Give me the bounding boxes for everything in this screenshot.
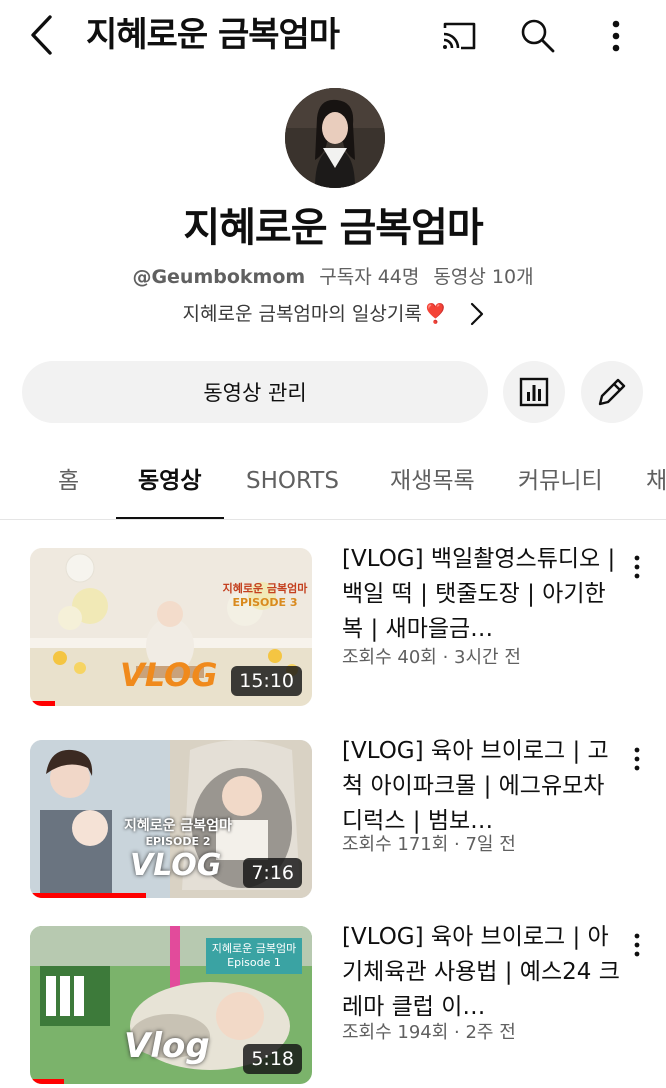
video-more-button[interactable] <box>626 552 648 582</box>
thumbnail-vlog-text: VLOG <box>130 848 222 883</box>
bar-chart-icon <box>519 377 549 407</box>
thumbnail-channel-text: 지혜로운 금복엄마 <box>124 818 232 834</box>
tab-channels[interactable]: 채 <box>646 446 666 519</box>
more-vert-icon <box>612 20 620 52</box>
video-duration: 15:10 <box>231 666 302 696</box>
video-title[interactable]: [VLOG] 육아 브이로그 | 고척 아이파크몰 | 에그유모차 디럭스 | … <box>342 734 622 839</box>
tab-community[interactable]: 커뮤니티 <box>518 446 603 519</box>
description-text: 지혜로운 금복엄마의 일상기록 <box>182 303 422 325</box>
thumbnail-channel-text: 지혜로운 금복엄마 <box>211 942 297 955</box>
avatar-photo <box>285 88 385 188</box>
video-duration: 7:16 <box>243 858 302 888</box>
video-meta: 조회수 40회 · 3시간 전 <box>342 647 521 668</box>
thumbnail-vlog-text: VLOG <box>120 656 218 694</box>
cast-button[interactable] <box>437 14 481 58</box>
more-vert-icon <box>634 933 640 957</box>
video-item[interactable]: 지혜로운 금복엄마 Episode 1 Vlog 5:18 [VLOG] 육아 … <box>0 924 666 1086</box>
analytics-button[interactable] <box>503 361 565 423</box>
channel-name: 지혜로운 금복엄마 <box>183 205 483 251</box>
thumbnail-caption: 지혜로운 금복엄마 EPISODE 2 <box>118 818 238 850</box>
tab-shorts[interactable]: SHORTS <box>246 446 339 519</box>
thumbnail-channel-text: 지혜로운 금복엄마 <box>222 582 308 595</box>
thumbnail-episode-text: EPISODE 3 <box>232 596 298 609</box>
page-title: 지혜로운 금복엄마 <box>86 15 340 55</box>
video-thumbnail[interactable]: 지혜로운 금복엄마 EPISODE 2 VLOG 7:16 <box>30 740 312 898</box>
video-meta: 조회수 194회 · 2주 전 <box>342 1022 516 1043</box>
manage-videos-button[interactable]: 동영상 관리 <box>22 361 488 423</box>
video-item[interactable]: 지혜로운 금복엄마 EPISODE 3 VLOG 15:10 [VLOG] 백일… <box>0 546 666 708</box>
back-arrow-icon <box>31 15 52 55</box>
video-item[interactable]: 지혜로운 금복엄마 EPISODE 2 VLOG 7:16 [VLOG] 육아 … <box>0 738 666 900</box>
video-thumbnail[interactable]: 지혜로운 금복엄마 EPISODE 3 VLOG 15:10 <box>30 548 312 706</box>
search-button[interactable] <box>516 14 560 58</box>
channel-meta: @Geumbokmom 구독자 44명 동영상 10개 <box>0 262 666 292</box>
channel-avatar[interactable] <box>285 88 385 188</box>
video-title[interactable]: [VLOG] 백일촬영스튜디오 | 백일 떡 | 탯줄도장 | 아기한복 | 새… <box>342 542 622 647</box>
thumbnail-episode-text: Episode 1 <box>227 956 281 969</box>
more-options-button[interactable] <box>594 14 638 58</box>
search-icon <box>521 19 555 53</box>
pencil-icon <box>598 378 626 406</box>
video-more-button[interactable] <box>626 930 648 960</box>
channel-handle: @Geumbokmom <box>132 266 306 288</box>
edit-channel-button[interactable] <box>581 361 643 423</box>
channel-description[interactable]: 지혜로운 금복엄마의 일상기록 ❣️ <box>0 298 666 330</box>
video-more-button[interactable] <box>626 744 648 774</box>
chevron-right-icon <box>470 302 484 326</box>
heart-emoji: ❣️ <box>423 303 448 325</box>
watch-progress-bar <box>30 893 146 898</box>
top-app-bar: 지혜로운 금복엄마 <box>0 0 666 70</box>
thumbnail-caption: 지혜로운 금복엄마 Episode 1 <box>206 938 302 974</box>
more-vert-icon <box>634 555 640 579</box>
video-thumbnail[interactable]: 지혜로운 금복엄마 Episode 1 Vlog 5:18 <box>30 926 312 1084</box>
tab-home[interactable]: 홈 <box>58 446 79 519</box>
thumbnail-vlog-text: Vlog <box>124 1026 210 1066</box>
tab-videos[interactable]: 동영상 <box>138 446 201 519</box>
active-tab-indicator <box>116 517 224 519</box>
tab-playlists[interactable]: 재생목록 <box>390 446 475 519</box>
watch-progress-bar <box>30 701 56 706</box>
watch-progress-bar <box>30 1079 64 1084</box>
thumbnail-caption: 지혜로운 금복엄마 EPISODE 3 <box>220 582 310 610</box>
subscriber-count: 구독자 44명 <box>319 266 420 288</box>
video-title[interactable]: [VLOG] 육아 브이로그 | 아기체육관 사용법 | 예스24 크레마 클럽… <box>342 920 622 1025</box>
video-meta: 조회수 171회 · 7일 전 <box>342 834 516 855</box>
back-button[interactable] <box>22 12 62 58</box>
more-vert-icon <box>634 747 640 771</box>
cast-icon <box>443 22 476 50</box>
channel-tabs: 홈 동영상 SHORTS 재생목록 커뮤니티 채 <box>0 446 666 520</box>
video-count: 동영상 10개 <box>433 266 534 288</box>
video-duration: 5:18 <box>243 1044 302 1074</box>
